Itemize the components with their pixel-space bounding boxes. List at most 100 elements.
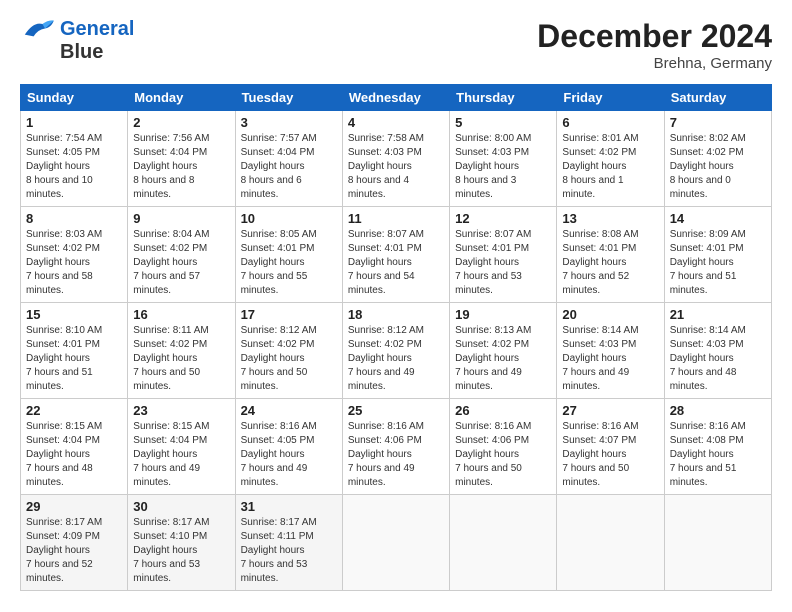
- day-number: 3: [241, 115, 337, 130]
- col-monday: Monday: [128, 85, 235, 111]
- day-detail: Sunrise: 8:16 AM Sunset: 4:05 PM Dayligh…: [241, 420, 337, 490]
- table-row: [450, 495, 557, 591]
- day-number: 18: [348, 307, 444, 322]
- day-number: 25: [348, 403, 444, 418]
- table-row: 8 Sunrise: 8:03 AM Sunset: 4:02 PM Dayli…: [21, 207, 128, 303]
- day-number: 14: [670, 211, 766, 226]
- table-row: 25 Sunrise: 8:16 AM Sunset: 4:06 PM Dayl…: [342, 399, 449, 495]
- table-row: 20 Sunrise: 8:14 AM Sunset: 4:03 PM Dayl…: [557, 303, 664, 399]
- day-number: 16: [133, 307, 229, 322]
- table-row: 15 Sunrise: 8:10 AM Sunset: 4:01 PM Dayl…: [21, 303, 128, 399]
- calendar-week-row: 8 Sunrise: 8:03 AM Sunset: 4:02 PM Dayli…: [21, 207, 772, 303]
- day-detail: Sunrise: 8:09 AM Sunset: 4:01 PM Dayligh…: [670, 228, 766, 298]
- day-detail: Sunrise: 7:54 AM Sunset: 4:05 PM Dayligh…: [26, 132, 122, 202]
- table-row: 24 Sunrise: 8:16 AM Sunset: 4:05 PM Dayl…: [235, 399, 342, 495]
- day-number: 31: [241, 499, 337, 514]
- table-row: 17 Sunrise: 8:12 AM Sunset: 4:02 PM Dayl…: [235, 303, 342, 399]
- table-row: 3 Sunrise: 7:57 AM Sunset: 4:04 PM Dayli…: [235, 111, 342, 207]
- calendar-week-row: 1 Sunrise: 7:54 AM Sunset: 4:05 PM Dayli…: [21, 111, 772, 207]
- col-saturday: Saturday: [664, 85, 771, 111]
- table-row: 21 Sunrise: 8:14 AM Sunset: 4:03 PM Dayl…: [664, 303, 771, 399]
- day-detail: Sunrise: 7:57 AM Sunset: 4:04 PM Dayligh…: [241, 132, 337, 202]
- day-detail: Sunrise: 8:16 AM Sunset: 4:07 PM Dayligh…: [562, 420, 658, 490]
- table-row: 19 Sunrise: 8:13 AM Sunset: 4:02 PM Dayl…: [450, 303, 557, 399]
- logo-blue: Blue: [60, 41, 103, 64]
- day-detail: Sunrise: 8:16 AM Sunset: 4:06 PM Dayligh…: [348, 420, 444, 490]
- day-number: 1: [26, 115, 122, 130]
- title-block: December 2024 Brehna, Germany: [537, 18, 772, 72]
- day-number: 11: [348, 211, 444, 226]
- day-detail: Sunrise: 7:58 AM Sunset: 4:03 PM Dayligh…: [348, 132, 444, 202]
- day-detail: Sunrise: 8:05 AM Sunset: 4:01 PM Dayligh…: [241, 228, 337, 298]
- day-detail: Sunrise: 8:13 AM Sunset: 4:02 PM Dayligh…: [455, 324, 551, 394]
- table-row: 5 Sunrise: 8:00 AM Sunset: 4:03 PM Dayli…: [450, 111, 557, 207]
- header: General Blue December 2024 Brehna, Germa…: [20, 18, 772, 72]
- day-detail: Sunrise: 8:16 AM Sunset: 4:08 PM Dayligh…: [670, 420, 766, 490]
- day-number: 5: [455, 115, 551, 130]
- month-title: December 2024: [537, 18, 772, 55]
- day-number: 29: [26, 499, 122, 514]
- calendar-header-row: Sunday Monday Tuesday Wednesday Thursday…: [21, 85, 772, 111]
- table-row: 29 Sunrise: 8:17 AM Sunset: 4:09 PM Dayl…: [21, 495, 128, 591]
- day-number: 13: [562, 211, 658, 226]
- table-row: 27 Sunrise: 8:16 AM Sunset: 4:07 PM Dayl…: [557, 399, 664, 495]
- table-row: 2 Sunrise: 7:56 AM Sunset: 4:04 PM Dayli…: [128, 111, 235, 207]
- table-row: 26 Sunrise: 8:16 AM Sunset: 4:06 PM Dayl…: [450, 399, 557, 495]
- day-detail: Sunrise: 8:17 AM Sunset: 4:10 PM Dayligh…: [133, 516, 229, 586]
- table-row: 16 Sunrise: 8:11 AM Sunset: 4:02 PM Dayl…: [128, 303, 235, 399]
- day-number: 22: [26, 403, 122, 418]
- day-number: 15: [26, 307, 122, 322]
- table-row: 13 Sunrise: 8:08 AM Sunset: 4:01 PM Dayl…: [557, 207, 664, 303]
- calendar-week-row: 15 Sunrise: 8:10 AM Sunset: 4:01 PM Dayl…: [21, 303, 772, 399]
- day-number: 17: [241, 307, 337, 322]
- day-detail: Sunrise: 8:15 AM Sunset: 4:04 PM Dayligh…: [26, 420, 122, 490]
- day-detail: Sunrise: 8:17 AM Sunset: 4:11 PM Dayligh…: [241, 516, 337, 586]
- day-number: 4: [348, 115, 444, 130]
- day-detail: Sunrise: 8:12 AM Sunset: 4:02 PM Dayligh…: [348, 324, 444, 394]
- day-detail: Sunrise: 8:00 AM Sunset: 4:03 PM Dayligh…: [455, 132, 551, 202]
- day-detail: Sunrise: 8:14 AM Sunset: 4:03 PM Dayligh…: [670, 324, 766, 394]
- day-number: 27: [562, 403, 658, 418]
- day-detail: Sunrise: 8:14 AM Sunset: 4:03 PM Dayligh…: [562, 324, 658, 394]
- day-detail: Sunrise: 8:10 AM Sunset: 4:01 PM Dayligh…: [26, 324, 122, 394]
- calendar-week-row: 29 Sunrise: 8:17 AM Sunset: 4:09 PM Dayl…: [21, 495, 772, 591]
- table-row: 1 Sunrise: 7:54 AM Sunset: 4:05 PM Dayli…: [21, 111, 128, 207]
- day-detail: Sunrise: 8:17 AM Sunset: 4:09 PM Dayligh…: [26, 516, 122, 586]
- col-wednesday: Wednesday: [342, 85, 449, 111]
- day-number: 20: [562, 307, 658, 322]
- col-friday: Friday: [557, 85, 664, 111]
- table-row: 31 Sunrise: 8:17 AM Sunset: 4:11 PM Dayl…: [235, 495, 342, 591]
- table-row: 9 Sunrise: 8:04 AM Sunset: 4:02 PM Dayli…: [128, 207, 235, 303]
- day-number: 12: [455, 211, 551, 226]
- day-number: 2: [133, 115, 229, 130]
- table-row: 7 Sunrise: 8:02 AM Sunset: 4:02 PM Dayli…: [664, 111, 771, 207]
- calendar-table: Sunday Monday Tuesday Wednesday Thursday…: [20, 84, 772, 591]
- day-detail: Sunrise: 8:01 AM Sunset: 4:02 PM Dayligh…: [562, 132, 658, 202]
- day-detail: Sunrise: 8:08 AM Sunset: 4:01 PM Dayligh…: [562, 228, 658, 298]
- table-row: 30 Sunrise: 8:17 AM Sunset: 4:10 PM Dayl…: [128, 495, 235, 591]
- day-detail: Sunrise: 8:12 AM Sunset: 4:02 PM Dayligh…: [241, 324, 337, 394]
- table-row: 12 Sunrise: 8:07 AM Sunset: 4:01 PM Dayl…: [450, 207, 557, 303]
- table-row: 14 Sunrise: 8:09 AM Sunset: 4:01 PM Dayl…: [664, 207, 771, 303]
- table-row: [342, 495, 449, 591]
- calendar-week-row: 22 Sunrise: 8:15 AM Sunset: 4:04 PM Dayl…: [21, 399, 772, 495]
- logo-general: General: [60, 18, 134, 41]
- logo-icon: [20, 17, 56, 39]
- day-number: 26: [455, 403, 551, 418]
- day-number: 6: [562, 115, 658, 130]
- table-row: 28 Sunrise: 8:16 AM Sunset: 4:08 PM Dayl…: [664, 399, 771, 495]
- day-detail: Sunrise: 8:11 AM Sunset: 4:02 PM Dayligh…: [133, 324, 229, 394]
- location: Brehna, Germany: [537, 55, 772, 72]
- day-detail: Sunrise: 8:07 AM Sunset: 4:01 PM Dayligh…: [348, 228, 444, 298]
- table-row: 6 Sunrise: 8:01 AM Sunset: 4:02 PM Dayli…: [557, 111, 664, 207]
- day-number: 28: [670, 403, 766, 418]
- day-detail: Sunrise: 7:56 AM Sunset: 4:04 PM Dayligh…: [133, 132, 229, 202]
- day-detail: Sunrise: 8:04 AM Sunset: 4:02 PM Dayligh…: [133, 228, 229, 298]
- day-number: 24: [241, 403, 337, 418]
- table-row: 4 Sunrise: 7:58 AM Sunset: 4:03 PM Dayli…: [342, 111, 449, 207]
- day-number: 9: [133, 211, 229, 226]
- table-row: [557, 495, 664, 591]
- table-row: [664, 495, 771, 591]
- col-sunday: Sunday: [21, 85, 128, 111]
- col-tuesday: Tuesday: [235, 85, 342, 111]
